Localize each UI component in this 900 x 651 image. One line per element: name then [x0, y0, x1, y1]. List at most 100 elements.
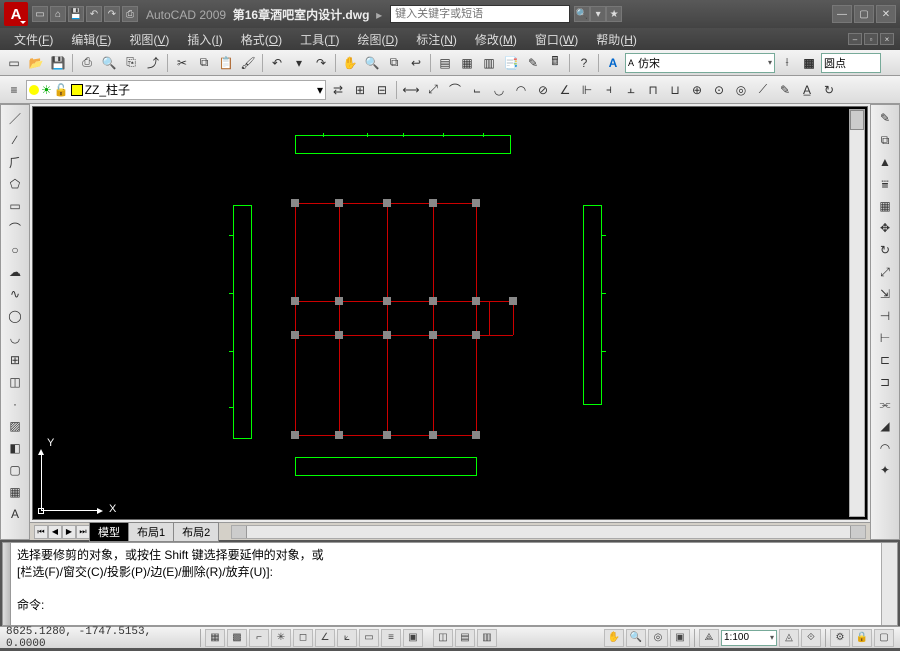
arc-icon[interactable]: ⌒	[5, 219, 25, 237]
menu-view[interactable]: 视图(V)	[121, 29, 177, 50]
copy-icon[interactable]: ⧉	[194, 53, 214, 73]
dim-quick-icon[interactable]: ⊩	[577, 80, 597, 100]
menu-file[interactable]: 文件(F)	[6, 29, 61, 50]
sheetset-icon[interactable]: 📑	[501, 53, 521, 73]
mdi-close[interactable]: ×	[880, 33, 894, 45]
copy-obj-icon[interactable]: ⧉	[875, 131, 895, 149]
dim-break-icon[interactable]: ⊔	[665, 80, 685, 100]
dim-jog-icon[interactable]: ◠	[511, 80, 531, 100]
join-icon[interactable]: ⫘	[875, 395, 895, 413]
textstyle-icon[interactable]: A	[603, 53, 623, 73]
pan-icon[interactable]: ✋	[340, 53, 360, 73]
polygon-icon[interactable]: ⬠	[5, 175, 25, 193]
plot-preview-icon[interactable]: 🔍	[99, 53, 119, 73]
qat-open-icon[interactable]: ⌂	[50, 6, 66, 22]
infocenter-icon[interactable]: ★	[606, 6, 622, 22]
help-icon[interactable]: ?	[574, 53, 594, 73]
offset-icon[interactable]: ⩸	[875, 175, 895, 193]
ellipsearc-icon[interactable]: ◡	[5, 329, 25, 347]
tab-first-icon[interactable]: ⏮	[34, 525, 48, 539]
zoom-prev-icon[interactable]: ↩	[406, 53, 426, 73]
polar-toggle[interactable]: ✳	[271, 629, 291, 647]
dim-linear-icon[interactable]: ⟷	[401, 80, 421, 100]
dimstyle-combo[interactable]: 圆点	[821, 53, 881, 73]
qat-redo-icon[interactable]: ↷	[104, 6, 120, 22]
modelspace-toggle[interactable]: ◫	[433, 629, 453, 647]
dim-baseline-icon[interactable]: ⫞	[599, 80, 619, 100]
menu-help[interactable]: 帮助(H)	[588, 29, 645, 50]
markup-icon[interactable]: ✎	[523, 53, 543, 73]
menu-format[interactable]: 格式(O)	[233, 29, 290, 50]
toolbox-lock-icon[interactable]: 🔒	[852, 629, 872, 647]
osnap-toggle[interactable]: ◻	[293, 629, 313, 647]
menu-draw[interactable]: 绘图(D)	[350, 29, 407, 50]
zoom-realtime-icon[interactable]: 🔍	[362, 53, 382, 73]
centermark-icon[interactable]: ⊙	[709, 80, 729, 100]
designcenter-icon[interactable]: ▦	[457, 53, 477, 73]
new-icon[interactable]: ▭	[4, 53, 24, 73]
qp-toggle[interactable]: ▣	[403, 629, 423, 647]
layer-iso-icon[interactable]: ⊟	[372, 80, 392, 100]
break-at-icon[interactable]: ⊏	[875, 351, 895, 369]
line-icon[interactable]: ／	[5, 109, 25, 127]
erase-icon[interactable]: ✎	[875, 109, 895, 127]
command-window[interactable]: 选择要修剪的对象，或按住 Shift 键选择要延伸的对象，或 [栏选(F)/窗交…	[2, 542, 898, 626]
dyn-toggle[interactable]: ▭	[359, 629, 379, 647]
menu-edit[interactable]: 编辑(E)	[63, 29, 119, 50]
gradient-icon[interactable]: ◧	[5, 439, 25, 457]
maximize-button[interactable]: ▢	[854, 5, 874, 23]
cut-icon[interactable]: ✂	[172, 53, 192, 73]
ducs-toggle[interactable]: ⟀	[337, 629, 357, 647]
layer-props-icon[interactable]: ≡	[4, 80, 24, 100]
layer-combo[interactable]: ☀ 🔓 ZZ_柱子 ▾	[26, 80, 326, 100]
menu-window[interactable]: 窗口(W)	[527, 29, 586, 50]
stretch-icon[interactable]: ⇲	[875, 285, 895, 303]
dim-space-icon[interactable]: ⊓	[643, 80, 663, 100]
dim-inspect-icon[interactable]: ◎	[731, 80, 751, 100]
tab-model[interactable]: 模型	[89, 522, 129, 542]
quickcalc-icon[interactable]: 🖩	[545, 53, 565, 73]
circle-icon[interactable]: ○	[5, 241, 25, 259]
tab-layout2[interactable]: 布局2	[173, 522, 219, 542]
publish-web-icon[interactable]: ⤴	[143, 53, 163, 73]
block-icon[interactable]: ◫	[5, 373, 25, 391]
table-icon[interactable]: ▦	[5, 483, 25, 501]
qat-print-icon[interactable]: ⎙	[122, 6, 138, 22]
revcloud-icon[interactable]: ☁	[5, 263, 25, 281]
move-icon[interactable]: ✥	[875, 219, 895, 237]
dimedit-icon[interactable]: ✎	[775, 80, 795, 100]
dim-radius-icon[interactable]: ◡	[489, 80, 509, 100]
mdi-restore[interactable]: ▫	[864, 33, 878, 45]
mtext-icon[interactable]: A	[5, 505, 25, 523]
tab-last-icon[interactable]: ⏭	[76, 525, 90, 539]
chamfer-icon[interactable]: ◢	[875, 417, 895, 435]
textstyle-combo[interactable]: A 仿宋▾	[625, 53, 775, 73]
close-button[interactable]: ✕	[876, 5, 896, 23]
zoom-window-icon[interactable]: ⧉	[384, 53, 404, 73]
dim-aligned-icon[interactable]: ⤢	[423, 80, 443, 100]
pan-status-icon[interactable]: ✋	[604, 629, 624, 647]
menu-tools[interactable]: 工具(T)	[292, 29, 347, 50]
dim-angular-icon[interactable]: ∠	[555, 80, 575, 100]
redo-icon[interactable]: ↷	[311, 53, 331, 73]
insert-icon[interactable]: ⊞	[5, 351, 25, 369]
dimstyle-icon[interactable]: ⟊	[777, 53, 797, 73]
otrack-toggle[interactable]: ∠	[315, 629, 335, 647]
undo-dropdown-icon[interactable]: ▾	[289, 53, 309, 73]
fillet-icon[interactable]: ◠	[875, 439, 895, 457]
match-prop-icon[interactable]: 🖌	[238, 53, 258, 73]
tab-layout1[interactable]: 布局1	[128, 522, 174, 542]
quickview-drawings-icon[interactable]: ▥	[477, 629, 497, 647]
dimtedit-icon[interactable]: A̲	[797, 80, 817, 100]
command-scrollbar[interactable]	[881, 543, 897, 625]
menu-insert[interactable]: 插入(I)	[179, 29, 230, 50]
coords-readout[interactable]: 8625.1280, -1747.5153, 0.0000	[6, 626, 196, 650]
command-grip[interactable]	[3, 543, 11, 625]
polyline-icon[interactable]: ⺁	[5, 153, 25, 171]
tool-palettes-icon[interactable]: ▥	[479, 53, 499, 73]
tab-prev-icon[interactable]: ◀	[48, 525, 62, 539]
qat-save-icon[interactable]: 💾	[68, 6, 84, 22]
print-icon[interactable]: ⎙	[77, 53, 97, 73]
help-more-icon[interactable]: ▾	[590, 6, 606, 22]
layer-prev-icon[interactable]: ⇄	[328, 80, 348, 100]
